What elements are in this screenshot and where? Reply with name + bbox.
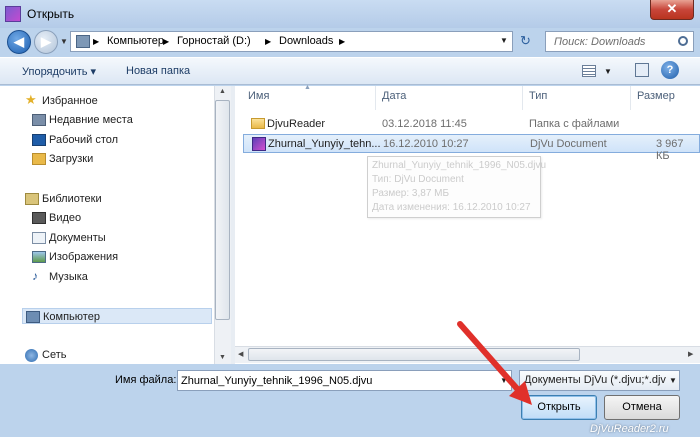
- annotation-arrow-icon: [457, 321, 532, 405]
- open-file-dialog: Открыть ✕ ◀ ▶ ▼ ▶ Компьютер ▶ Горностай …: [0, 0, 700, 437]
- arrow-shaft: [457, 321, 523, 395]
